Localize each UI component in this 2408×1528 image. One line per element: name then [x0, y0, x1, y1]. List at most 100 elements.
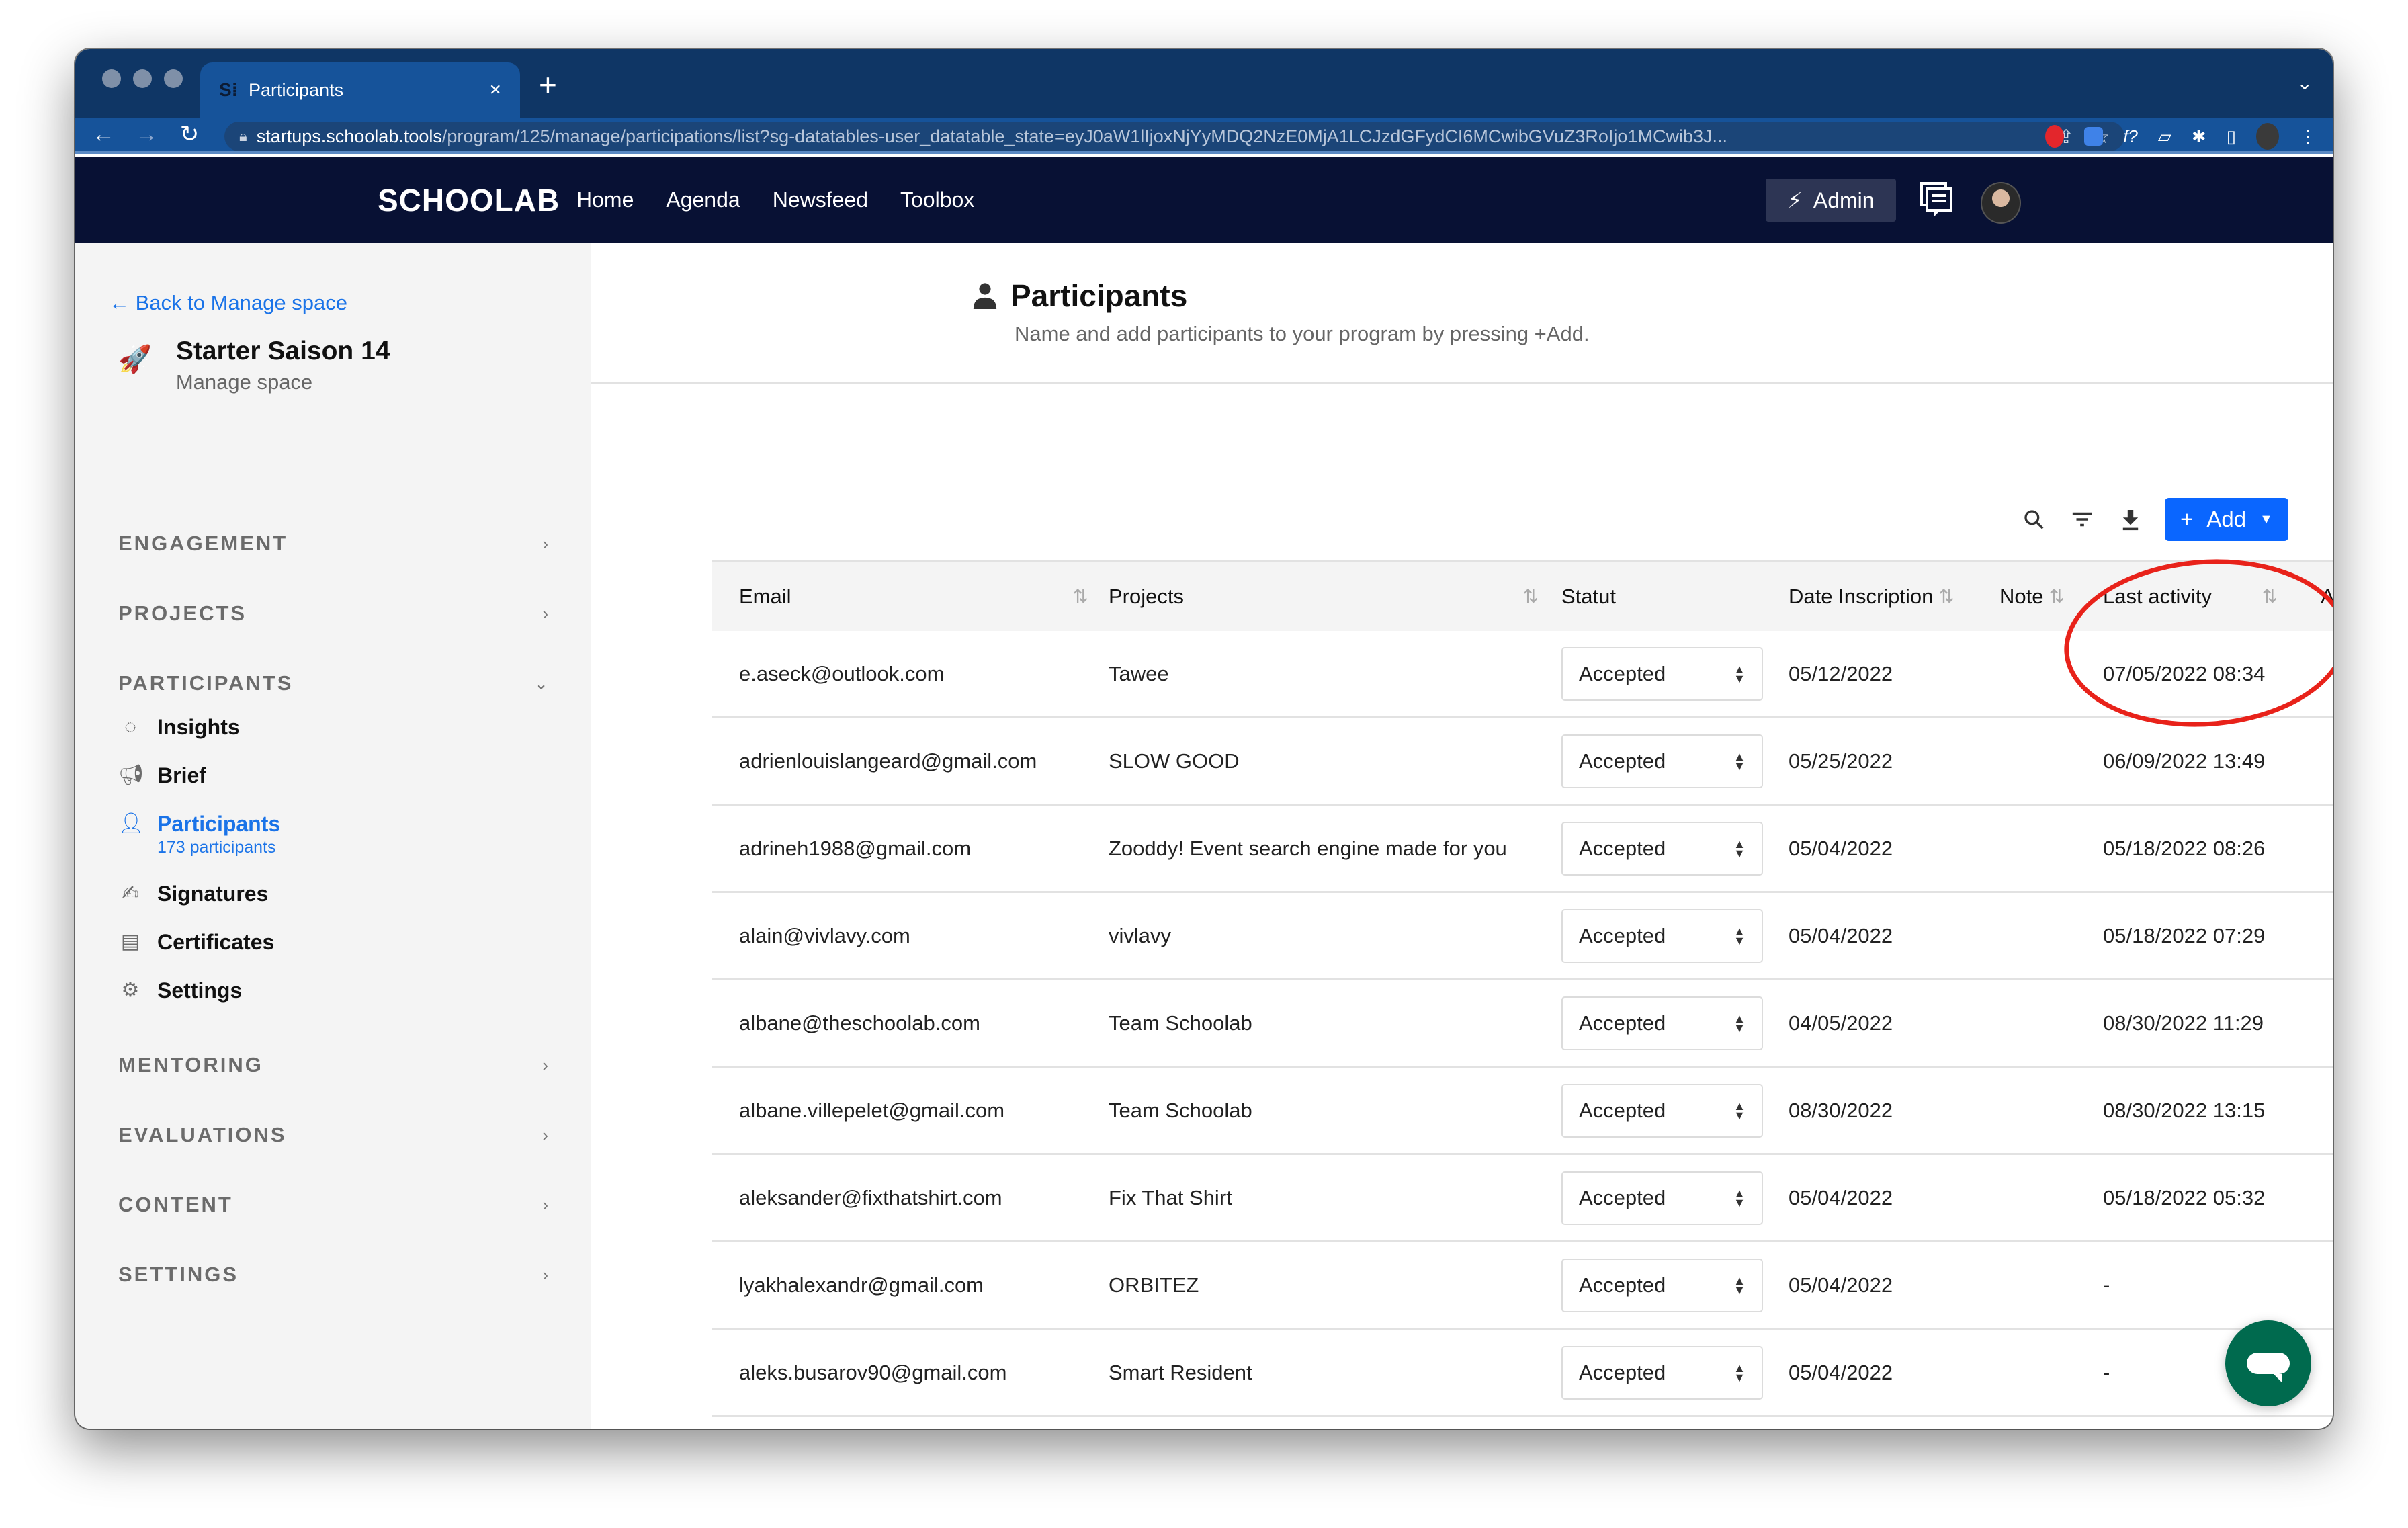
sort-icon[interactable]: ⇅: [1938, 585, 1954, 607]
section-label: MENTORING: [118, 1053, 263, 1076]
address-toolbar: ← → ↻ 🔒︎ startups.schoolab.tools /progra…: [75, 118, 2333, 154]
sidebar-section-mentoring[interactable]: MENTORING ›: [118, 1053, 548, 1077]
extension-icon[interactable]: [2084, 127, 2104, 146]
sort-icon[interactable]: ⇅: [2049, 585, 2064, 607]
status-select[interactable]: Accepted ▲ ▼: [1561, 1258, 1763, 1312]
sidebar-section-engagement[interactable]: ENGAGEMENT ›: [118, 532, 548, 556]
item-label: Participants: [157, 812, 281, 836]
column-header-email[interactable]: Email ⇅: [739, 585, 1088, 609]
new-tab-button[interactable]: +: [539, 69, 557, 100]
cell-status: Accepted ▲▼: [1561, 1155, 1763, 1240]
cell-project[interactable]: ORBITEZ: [1109, 1242, 1199, 1328]
sidebar-icon[interactable]: ▯: [2227, 126, 2236, 147]
section-label: PARTICIPANTS: [118, 671, 294, 695]
column-header-last-activity[interactable]: Last activity ⇅: [2103, 585, 2278, 609]
minimize-window-button[interactable]: [133, 69, 152, 88]
back-arrow-icon[interactable]: ←: [82, 122, 125, 148]
cell-project[interactable]: vivlavy: [1109, 893, 1171, 978]
status-select[interactable]: Accepted ▲ ▼: [1561, 1171, 1763, 1225]
sidebar-section-content[interactable]: CONTENT ›: [118, 1193, 548, 1217]
cell-project[interactable]: Team Schoolab: [1109, 980, 1252, 1066]
maximize-window-button[interactable]: [164, 69, 183, 88]
sort-icon[interactable]: ⇅: [1073, 585, 1088, 607]
close-window-button[interactable]: [102, 69, 121, 88]
nav-agenda[interactable]: Agenda: [666, 187, 740, 212]
cell-project[interactable]: nekorobka: [1109, 1417, 1206, 1429]
space-header: 🚀 Starter Saison 14 Manage space: [118, 337, 390, 394]
schoolab-logo[interactable]: SCHOOLAB: [378, 182, 560, 218]
sidebar-section-evaluations[interactable]: EVALUATIONS ›: [118, 1123, 548, 1147]
add-participant-button[interactable]: + Add ▼: [2165, 498, 2288, 541]
cell-project[interactable]: Tawee: [1109, 631, 1169, 716]
search-icon[interactable]: [2020, 505, 2048, 534]
nav-toolbox[interactable]: Toolbox: [900, 187, 974, 212]
select-arrows-icon: ▲ ▼: [1733, 749, 1746, 773]
table-row: lyakhalexandr@gmail.com ORBITEZ Accepted…: [712, 1242, 2333, 1330]
sidebar-item-certificates[interactable]: ▤ Certificates: [118, 929, 274, 955]
sidebar-item-settings[interactable]: ⚙︎ Settings: [118, 978, 243, 1003]
status-select[interactable]: Accepted ▲ ▼: [1561, 1083, 1763, 1138]
filter-icon[interactable]: [2068, 505, 2096, 534]
admin-button[interactable]: ⚡︎ Admin: [1766, 179, 1896, 222]
section-label: SETTINGS: [118, 1263, 239, 1286]
status-select[interactable]: Accepted ▲ ▼: [1561, 734, 1763, 788]
chevron-right-icon: ›: [542, 1124, 548, 1145]
table-row: aleksander@fixthatshirt.com Fix That Shi…: [712, 1155, 2333, 1242]
sidebar-item-participants[interactable]: 👤︎ Participants 173 participants: [118, 811, 280, 857]
nav-home[interactable]: Home: [576, 187, 634, 212]
kebab-menu-icon[interactable]: ⋮: [2299, 126, 2317, 147]
url-input[interactable]: 🔒︎ startups.schoolab.tools /program/125/…: [224, 122, 2124, 151]
puzzle-extensions-icon[interactable]: ✱: [2192, 126, 2206, 147]
cell-project[interactable]: Smart Resident: [1109, 1330, 1252, 1415]
sort-icon[interactable]: ⇅: [1523, 585, 1539, 607]
column-header-date-inscription[interactable]: Date Inscription ⇅: [1789, 585, 1954, 609]
table-row: shlikovalexei@gmail.com nekorobka Accept…: [712, 1417, 2333, 1429]
adblock-extension-icon[interactable]: [2045, 125, 2065, 148]
cell-date-inscription: 04/05/2022: [1789, 1011, 1893, 1035]
user-avatar[interactable]: [1981, 182, 2021, 224]
back-to-manage-space-link[interactable]: ← Back to Manage space: [109, 291, 347, 315]
forward-arrow-icon[interactable]: →: [125, 122, 168, 148]
column-header-projects[interactable]: Projects ⇅: [1109, 585, 1539, 609]
cell-project[interactable]: Fix That Shirt: [1109, 1155, 1232, 1240]
formula-extension-icon[interactable]: f?: [2123, 126, 2138, 147]
cell-project[interactable]: Zooddy! Event search engine made for you: [1109, 806, 1507, 891]
cell-date-inscription: 05/04/2022: [1789, 1273, 1893, 1297]
chat-support-button[interactable]: [2225, 1320, 2311, 1406]
status-value: Accepted: [1579, 1185, 1666, 1209]
certificate-icon: ▤: [120, 931, 140, 953]
cell-last-activity: 08/30/2022 11:29: [2103, 1011, 2264, 1035]
sort-icon[interactable]: ⇅: [2262, 585, 2278, 607]
url-path: /program/125/manage/participations/list?…: [441, 126, 1727, 146]
download-icon[interactable]: [2116, 505, 2145, 534]
sidebar-item-insights[interactable]: ◌ Insights: [118, 714, 240, 740]
browser-window: S⁞ Participants × + ⌄ ← → ↻ 🔒︎ startups.…: [75, 49, 2333, 1429]
page-header: Participants Name and add participants t…: [591, 243, 2333, 384]
sidebar-section-participants[interactable]: PARTICIPANTS ⌄: [118, 671, 548, 695]
table-toolbar: + Add ▼: [2020, 498, 2288, 541]
section-label: PROJECTS: [118, 601, 247, 625]
sidebar-item-brief[interactable]: 📢︎ Brief: [118, 763, 206, 788]
profile-avatar-icon[interactable]: [2256, 123, 2279, 150]
messages-icon[interactable]: [1920, 182, 1952, 218]
cell-project[interactable]: SLOW GOOD: [1109, 718, 1240, 804]
notebook-extension-icon[interactable]: ▱: [2158, 126, 2172, 147]
status-select[interactable]: Accepted ▲ ▼: [1561, 1345, 1763, 1400]
cell-project[interactable]: Team Schoolab: [1109, 1068, 1252, 1153]
reload-icon[interactable]: ↻: [168, 121, 211, 148]
tab-participants[interactable]: S⁞ Participants ×: [200, 62, 520, 118]
tab-search-chevron-icon[interactable]: ⌄: [2297, 72, 2313, 94]
plus-icon: +: [2180, 507, 2194, 532]
status-select[interactable]: Accepted ▲ ▼: [1561, 821, 1763, 876]
close-tab-icon[interactable]: ×: [489, 79, 501, 101]
status-select[interactable]: Accepted ▲ ▼: [1561, 996, 1763, 1050]
sidebar-section-projects[interactable]: PROJECTS ›: [118, 601, 548, 626]
status-select[interactable]: Accepted ▲ ▼: [1561, 646, 1763, 701]
item-label: Brief: [157, 763, 206, 788]
status-select[interactable]: Accepted ▲ ▼: [1561, 908, 1763, 963]
participants-count: 173 participants: [157, 838, 276, 857]
nav-newsfeed[interactable]: Newsfeed: [773, 187, 868, 212]
sidebar-section-settings[interactable]: SETTINGS ›: [118, 1263, 548, 1287]
column-header-note[interactable]: Note ⇅: [2000, 585, 2065, 609]
sidebar-item-signatures[interactable]: ✍︎ Signatures: [118, 881, 268, 906]
